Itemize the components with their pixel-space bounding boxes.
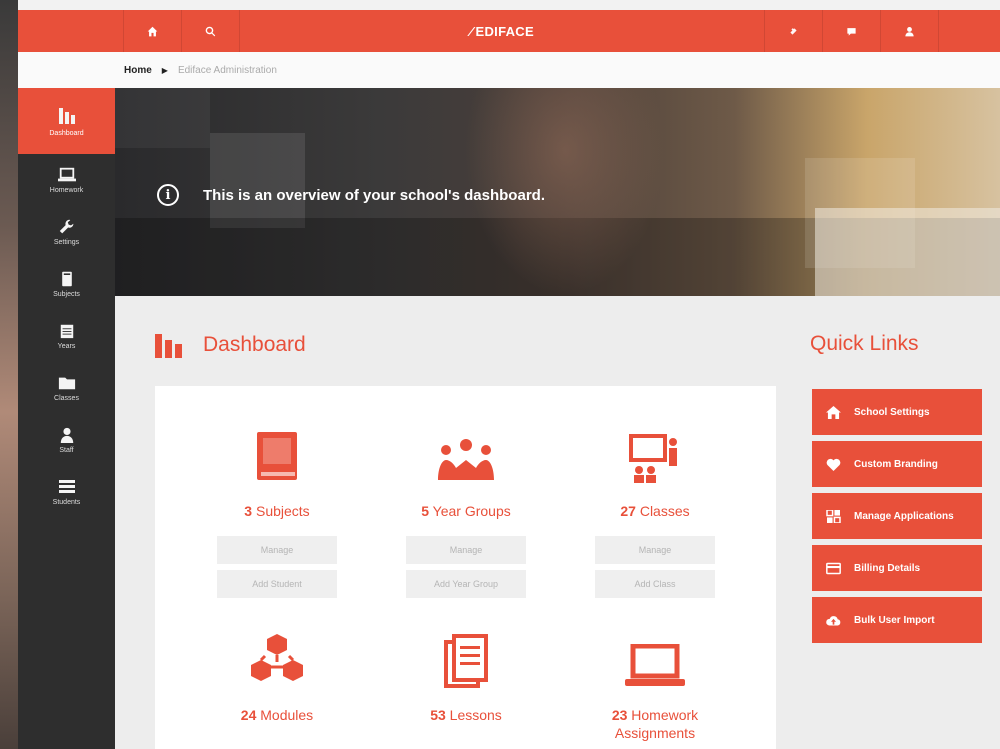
sidebar-item-subjects[interactable]: Subjects bbox=[18, 258, 115, 310]
sidebar: Dashboard Homework Settings Subjects Yea… bbox=[18, 88, 115, 749]
tile-modules: 24 Modules bbox=[182, 632, 372, 724]
add-student-button[interactable]: Add Student bbox=[217, 570, 337, 598]
tile-classes: 27 Classes Manage Add Class bbox=[560, 428, 750, 598]
breadcrumb-home-link[interactable]: Home bbox=[124, 65, 152, 76]
group-icon bbox=[438, 439, 494, 480]
apps-icon bbox=[826, 509, 841, 523]
page-title: Dashboard bbox=[155, 332, 306, 358]
user-icon bbox=[905, 26, 914, 36]
quick-links-title: Quick Links bbox=[810, 332, 919, 355]
home-button[interactable] bbox=[123, 10, 181, 52]
dashboard-stats-card: 3 Subjects Manage Add Student 5 Year Gro… bbox=[155, 386, 776, 749]
chevron-right-icon: ▶ bbox=[161, 65, 168, 75]
sidebar-item-label: Students bbox=[52, 498, 81, 506]
folder-icon bbox=[58, 377, 75, 389]
manage-classes-button[interactable]: Manage bbox=[595, 536, 715, 564]
school-settings-button[interactable]: School Settings bbox=[812, 389, 982, 435]
bulk-user-import-button[interactable]: Bulk User Import bbox=[812, 597, 982, 643]
window-top-edge bbox=[18, 0, 1000, 10]
sidebar-item-label: Staff bbox=[59, 446, 74, 454]
messages-button[interactable] bbox=[822, 10, 880, 52]
chat-icon bbox=[847, 27, 856, 36]
tile-year-groups: 5 Year Groups Manage Add Year Group bbox=[371, 428, 561, 598]
person-icon bbox=[60, 427, 73, 443]
cloud-upload-icon bbox=[826, 615, 841, 625]
heart-icon bbox=[826, 458, 841, 471]
tile-homework-assignments: 23 Homework Assignments bbox=[560, 632, 750, 742]
tile-lessons: 53 Lessons bbox=[371, 632, 561, 724]
breadcrumb: Home ▶ Ediface Administration bbox=[18, 52, 1000, 88]
sidebar-item-label: Settings bbox=[53, 238, 80, 246]
calendar-icon bbox=[60, 324, 73, 338]
add-year-group-button[interactable]: Add Year Group bbox=[406, 570, 526, 598]
hero-banner: i This is an overview of your school's d… bbox=[115, 88, 1000, 296]
breadcrumb-current: Ediface Administration bbox=[177, 64, 277, 76]
documents-icon bbox=[444, 634, 488, 688]
sidebar-item-label: Years bbox=[57, 342, 76, 350]
wrench-icon bbox=[59, 219, 73, 233]
laptop-icon bbox=[625, 644, 685, 686]
tile-label: 27 Classes bbox=[620, 503, 690, 519]
background-photo-edge bbox=[0, 0, 18, 749]
info-icon: i bbox=[157, 184, 179, 206]
brand-name: EDIFACE bbox=[475, 23, 534, 39]
laptop-icon bbox=[57, 167, 76, 181]
brand-logo[interactable]: ⁄ EDIFACE bbox=[239, 10, 764, 52]
link-icon bbox=[790, 27, 797, 35]
manage-year-groups-button[interactable]: Manage bbox=[406, 536, 526, 564]
logo-mark: ⁄ bbox=[470, 23, 473, 39]
dashboard-title: Dashboard bbox=[203, 333, 306, 356]
sidebar-item-classes[interactable]: Classes bbox=[18, 362, 115, 414]
book-icon bbox=[257, 432, 297, 480]
teacher-board-icon bbox=[629, 434, 677, 483]
bar-chart-icon bbox=[58, 107, 75, 124]
tile-label: 5 Year Groups bbox=[421, 503, 511, 519]
sidebar-item-label: Dashboard bbox=[49, 129, 84, 137]
top-navigation-bar: ⁄ EDIFACE bbox=[18, 10, 1000, 52]
custom-branding-button[interactable]: Custom Branding bbox=[812, 441, 982, 487]
tile-label: 23 Homework Assignments bbox=[611, 707, 699, 741]
bar-chart-icon bbox=[155, 334, 182, 358]
book-icon bbox=[61, 271, 72, 286]
home-icon bbox=[147, 26, 158, 36]
cubes-icon bbox=[251, 634, 303, 681]
credit-card-icon bbox=[826, 562, 841, 574]
search-icon bbox=[205, 26, 216, 36]
sidebar-item-label: Classes bbox=[54, 394, 79, 402]
list-icon bbox=[58, 479, 75, 493]
search-button[interactable] bbox=[181, 10, 239, 52]
billing-details-button[interactable]: Billing Details bbox=[812, 545, 982, 591]
tile-subjects: 3 Subjects Manage Add Student bbox=[182, 428, 372, 598]
add-class-button[interactable]: Add Class bbox=[595, 570, 715, 598]
sidebar-item-label: Homework bbox=[49, 186, 84, 194]
profile-button[interactable] bbox=[880, 10, 938, 52]
tile-label: 24 Modules bbox=[240, 707, 314, 723]
hero-info-message: i This is an overview of your school's d… bbox=[157, 184, 545, 206]
quick-links-list: School Settings Custom Branding Manage A… bbox=[812, 389, 982, 649]
link-button[interactable] bbox=[764, 10, 822, 52]
tile-label: 3 Subjects bbox=[244, 503, 310, 519]
sidebar-item-homework[interactable]: Homework bbox=[18, 154, 115, 206]
manage-subjects-button[interactable]: Manage bbox=[217, 536, 337, 564]
sidebar-item-settings[interactable]: Settings bbox=[18, 206, 115, 258]
sidebar-item-label: Subjects bbox=[53, 290, 80, 298]
sidebar-item-years[interactable]: Years bbox=[18, 310, 115, 362]
main-content: Dashboard 3 Subjects Manage Add Student … bbox=[115, 296, 1000, 749]
tile-label: 53 Lessons bbox=[430, 707, 502, 723]
sidebar-item-students[interactable]: Students bbox=[18, 466, 115, 518]
sidebar-item-dashboard[interactable]: Dashboard bbox=[18, 88, 115, 154]
hero-message-text: This is an overview of your school's das… bbox=[203, 186, 545, 204]
home-icon bbox=[826, 405, 841, 419]
manage-applications-button[interactable]: Manage Applications bbox=[812, 493, 982, 539]
sidebar-item-staff[interactable]: Staff bbox=[18, 414, 115, 466]
